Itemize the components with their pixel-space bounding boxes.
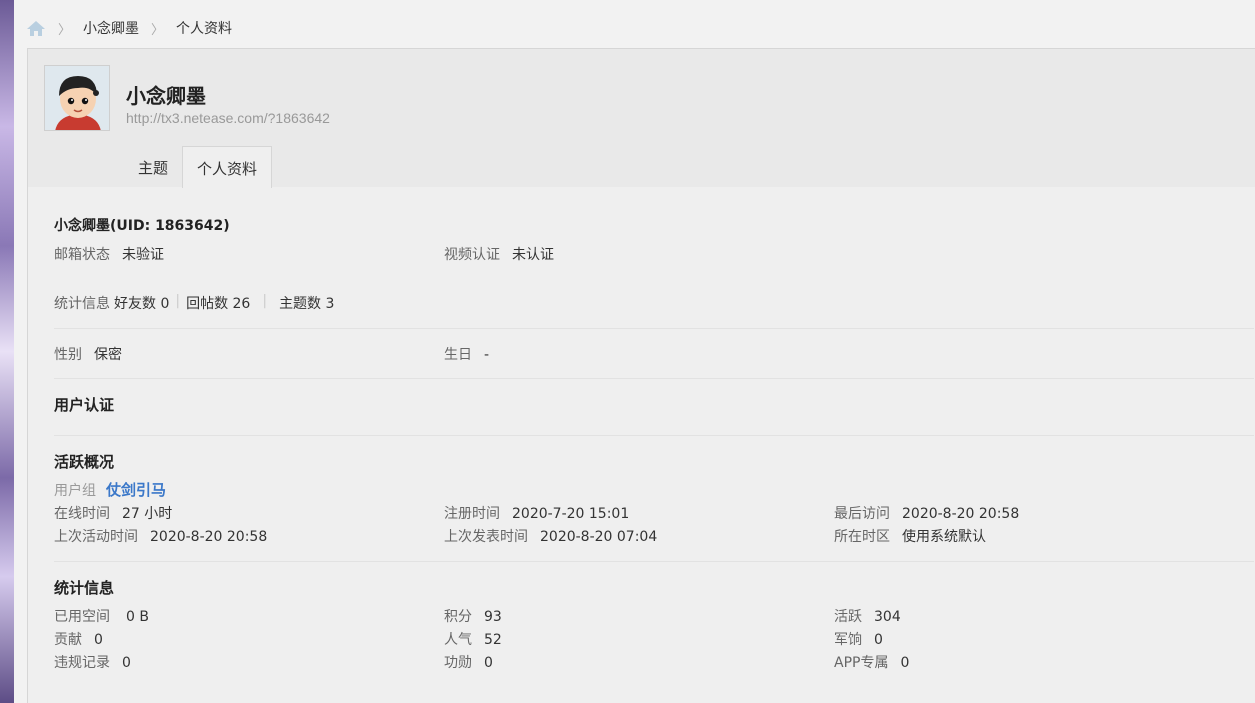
stats-summary-label: 统计信息 bbox=[54, 296, 110, 312]
profile-header: 小念卿墨 http://tx3.netease.com/?1863642 主题 … bbox=[28, 49, 1255, 188]
activity-score-value: 304 bbox=[874, 609, 901, 625]
divider: | bbox=[175, 293, 181, 309]
online-time-value: 27 小时 bbox=[122, 506, 173, 522]
name-uid-row: 小念卿墨(UID: 1863642) bbox=[54, 215, 230, 235]
gender-value: 保密 bbox=[94, 347, 122, 363]
military-pay: 军饷 0 bbox=[834, 629, 883, 649]
last-active: 上次活动时间 2020-8-20 20:58 bbox=[54, 526, 267, 546]
video-cert: 视频认证 未认证 bbox=[444, 244, 554, 264]
tab-profile[interactable]: 个人资料 bbox=[182, 146, 273, 188]
contribution-value: 0 bbox=[94, 632, 103, 648]
gender: 性别 保密 bbox=[54, 344, 122, 364]
breadcrumb-user-link[interactable]: 小念卿墨 bbox=[83, 18, 139, 38]
last-post: 上次发表时间 2020-8-20 07:04 bbox=[444, 526, 657, 546]
profile-tabs: 主题 个人资料 bbox=[124, 146, 273, 188]
popularity-label: 人气 bbox=[444, 632, 472, 648]
birthday-value: - bbox=[484, 347, 490, 363]
last-visit: 最后访问 2020-8-20 20:58 bbox=[834, 503, 1019, 523]
contribution: 贡献 0 bbox=[54, 629, 103, 649]
chevron-right-icon: 〉 bbox=[58, 22, 72, 38]
last-visit-label: 最后访问 bbox=[834, 506, 890, 522]
user-group-label: 用户组 bbox=[54, 482, 96, 499]
profile-panel: 小念卿墨 http://tx3.netease.com/?1863642 主题 … bbox=[27, 48, 1255, 703]
birthday-label: 生日 bbox=[444, 347, 472, 363]
stats-summary: 统计信息 好友数 0 | 回帖数 26 | 主题数 3 bbox=[54, 293, 334, 313]
online-time: 在线时间 27 小时 bbox=[54, 503, 172, 523]
divider bbox=[54, 435, 1254, 436]
profile-username: 小念卿墨 bbox=[126, 84, 206, 108]
register-time: 注册时间 2020-7-20 15:01 bbox=[444, 503, 629, 523]
online-time-label: 在线时间 bbox=[54, 506, 110, 522]
register-time-label: 注册时间 bbox=[444, 506, 500, 522]
email-status: 邮箱状态 未验证 bbox=[54, 244, 164, 264]
app-exclusive-value: 0 bbox=[900, 655, 910, 671]
timezone: 所在时区 使用系统默认 bbox=[834, 526, 986, 546]
gender-label: 性别 bbox=[54, 347, 82, 363]
email-status-label: 邮箱状态 bbox=[54, 247, 110, 263]
used-space: 已用空间 0 B bbox=[54, 606, 149, 626]
video-cert-label: 视频认证 bbox=[444, 247, 500, 263]
divider: | bbox=[262, 293, 268, 309]
activity-score: 活跃 304 bbox=[834, 606, 901, 626]
user-group: 用户组 仗剑引马 bbox=[54, 479, 166, 500]
birthday: 生日 - bbox=[444, 344, 489, 364]
last-post-label: 上次发表时间 bbox=[444, 529, 528, 545]
violations: 违规记录 0 bbox=[54, 652, 131, 672]
points-value: 93 bbox=[484, 609, 502, 625]
friends-count-link[interactable]: 好友数 0 bbox=[114, 293, 169, 313]
points: 积分 93 bbox=[444, 606, 502, 626]
divider bbox=[54, 561, 1254, 562]
tab-threads[interactable]: 主题 bbox=[124, 146, 182, 188]
breadcrumb: 〉 小念卿墨 〉 个人资料 bbox=[26, 16, 232, 40]
timezone-value: 使用系统默认 bbox=[902, 529, 986, 545]
timezone-label: 所在时区 bbox=[834, 529, 890, 545]
military-pay-value: 0 bbox=[874, 632, 883, 648]
merit: 功勋 0 bbox=[444, 652, 493, 672]
violations-value: 0 bbox=[122, 655, 131, 671]
replies-count-link[interactable]: 回帖数 26 bbox=[186, 293, 250, 313]
register-time-value: 2020-7-20 15:01 bbox=[512, 506, 630, 522]
points-label: 积分 bbox=[444, 609, 472, 625]
avatar[interactable] bbox=[44, 65, 110, 131]
app-exclusive-label: APP专属 bbox=[834, 655, 889, 671]
merit-value: 0 bbox=[484, 655, 493, 671]
email-status-value: 未验证 bbox=[122, 247, 164, 263]
last-active-label: 上次活动时间 bbox=[54, 529, 138, 545]
merit-label: 功勋 bbox=[444, 655, 472, 671]
user-group-link[interactable]: 仗剑引马 bbox=[106, 479, 166, 500]
popularity: 人气 52 bbox=[444, 629, 502, 649]
divider bbox=[54, 378, 1254, 379]
popularity-value: 52 bbox=[484, 632, 502, 648]
used-space-value: 0 B bbox=[126, 609, 149, 625]
home-icon[interactable] bbox=[26, 19, 46, 37]
stats-title: 统计信息 bbox=[54, 579, 115, 597]
activity-score-label: 活跃 bbox=[834, 609, 862, 625]
threads-count-link[interactable]: 主题数 3 bbox=[279, 293, 334, 313]
video-cert-value: 未认证 bbox=[512, 247, 554, 263]
military-pay-label: 军饷 bbox=[834, 632, 862, 648]
background-artwork bbox=[0, 0, 14, 703]
profile-url[interactable]: http://tx3.netease.com/?1863642 bbox=[126, 110, 330, 126]
app-exclusive: APP专属 0 bbox=[834, 652, 909, 672]
violations-label: 违规记录 bbox=[54, 655, 110, 671]
divider bbox=[54, 328, 1254, 329]
used-space-label: 已用空间 bbox=[54, 609, 110, 625]
breadcrumb-profile-link[interactable]: 个人资料 bbox=[176, 18, 232, 38]
chevron-right-icon: 〉 bbox=[151, 22, 165, 38]
last-visit-value: 2020-8-20 20:58 bbox=[902, 506, 1020, 522]
activity-title: 活跃概况 bbox=[54, 453, 115, 471]
contribution-label: 贡献 bbox=[54, 632, 82, 648]
last-active-value: 2020-8-20 20:58 bbox=[150, 529, 268, 545]
user-cert-title: 用户认证 bbox=[54, 396, 115, 414]
last-post-value: 2020-8-20 07:04 bbox=[540, 529, 658, 545]
name-uid: 小念卿墨(UID: 1863642) bbox=[54, 218, 230, 234]
